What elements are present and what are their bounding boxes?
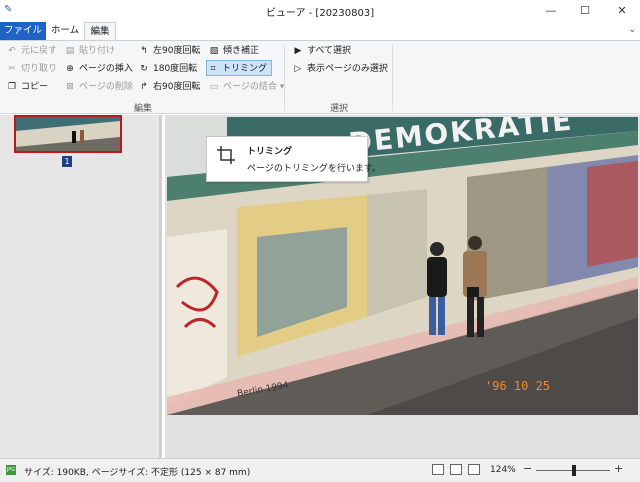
rotate-180-icon: ↻ bbox=[140, 64, 148, 74]
cut-button[interactable]: ✂ 切り取り bbox=[6, 61, 57, 77]
select-group-label: 選択 bbox=[330, 104, 349, 114]
group-separator bbox=[284, 45, 285, 111]
deskew-button[interactable]: ▧ 傾き補正 bbox=[208, 43, 259, 59]
rotate-left-icon: ↰ bbox=[140, 46, 148, 56]
insert-page-icon: ⊕ bbox=[66, 64, 74, 74]
zoom-level: 124% bbox=[490, 465, 516, 475]
merge-pages-icon: ▭ bbox=[209, 82, 219, 92]
maximize-button[interactable]: ☐ bbox=[568, 0, 602, 22]
ribbon: ↶ 元に戻す ✂ 切り取り ❐ コピー ▤ 貼り付け ⊕ ページの挿入 ⊠ ページの削除 ↰… bbox=[0, 40, 640, 114]
continuous-view-icon[interactable] bbox=[468, 464, 480, 475]
status-info: サイズ: 190KB, ページサイズ: 不定形 (125 × 87 mm) bbox=[24, 468, 251, 478]
rotate-left-button[interactable]: ↰ 左90度回転 bbox=[138, 43, 200, 59]
tooltip-title: トリミング bbox=[247, 147, 293, 157]
insert-page-button[interactable]: ⊕ ページの挿入 bbox=[64, 61, 133, 77]
merge-pages-button[interactable]: ▭ ページの結合 ▾ bbox=[208, 79, 284, 95]
clipboard-icon: ▤ bbox=[65, 46, 75, 56]
deskew-icon: ▧ bbox=[209, 46, 219, 56]
tab-home[interactable]: ホーム bbox=[46, 22, 84, 40]
rotate-right-icon: ↱ bbox=[140, 82, 148, 92]
ribbon-collapse-icon[interactable]: ⌄ bbox=[628, 25, 636, 35]
zoom-in-button[interactable]: + bbox=[614, 462, 623, 475]
select-all-button[interactable]: ▶ すべて選択 bbox=[292, 43, 351, 59]
select-visible-icon: ▷ bbox=[294, 64, 302, 74]
tab-edit[interactable]: 編集 bbox=[84, 22, 116, 40]
minimize-button[interactable]: — bbox=[534, 0, 568, 22]
undo-button[interactable]: ↶ 元に戻す bbox=[6, 43, 57, 59]
close-button[interactable]: ✕ bbox=[604, 0, 640, 22]
group-separator bbox=[392, 45, 393, 111]
rotate-180-button[interactable]: ↻ 180度回転 bbox=[138, 61, 197, 77]
select-all-icon: ▶ bbox=[294, 46, 302, 56]
thumbnail-pane: 1 bbox=[0, 115, 162, 458]
delete-page-icon: ⊠ bbox=[66, 82, 74, 92]
zoom-slider-handle[interactable] bbox=[572, 465, 576, 476]
zoom-out-button[interactable]: − bbox=[523, 462, 532, 475]
paste-button[interactable]: ▤ 貼り付け bbox=[64, 43, 115, 59]
single-page-view-icon[interactable] bbox=[432, 464, 444, 475]
select-visible-button[interactable]: ▷ 表示ページのみ選択 bbox=[292, 61, 388, 77]
thumbnail-photo bbox=[16, 117, 120, 151]
trim-button[interactable]: ⌗ トリミング bbox=[206, 60, 273, 76]
status-bar: JPG サイズ: 190KB, ページサイズ: 不定形 (125 × 87 mm… bbox=[0, 458, 640, 482]
copy-button[interactable]: ❐ コピー bbox=[6, 79, 48, 95]
tab-file[interactable]: ファイル bbox=[0, 22, 46, 40]
rotate-right-button[interactable]: ↱ 右90度回転 bbox=[138, 79, 200, 95]
crop-icon: ⌗ bbox=[210, 64, 216, 74]
jpg-file-icon: JPG bbox=[6, 465, 16, 475]
page-thumbnail[interactable] bbox=[14, 115, 122, 153]
date-stamp: '96 10 25 bbox=[485, 379, 551, 393]
tooltip-description: ページのトリミングを行います。 bbox=[247, 164, 381, 174]
trim-tooltip: トリミング ページのトリミングを行います。 bbox=[206, 136, 381, 182]
scissors-icon: ✂ bbox=[8, 64, 16, 74]
undo-icon: ↶ bbox=[8, 46, 16, 56]
crop-icon bbox=[217, 146, 235, 164]
copy-icon: ❐ bbox=[7, 82, 17, 92]
fit-page-view-icon[interactable] bbox=[450, 464, 462, 475]
title-bar: ✎ ビューア - [20230803] — ☐ ✕ bbox=[0, 0, 640, 22]
edit-group-label: 編集 bbox=[134, 104, 153, 114]
page-number-badge: 1 bbox=[62, 156, 72, 167]
ribbon-tabs: ファイル ホーム 編集 ⌄ bbox=[0, 22, 640, 40]
delete-page-button[interactable]: ⊠ ページの削除 bbox=[64, 79, 133, 95]
viewer-background bbox=[165, 415, 640, 458]
